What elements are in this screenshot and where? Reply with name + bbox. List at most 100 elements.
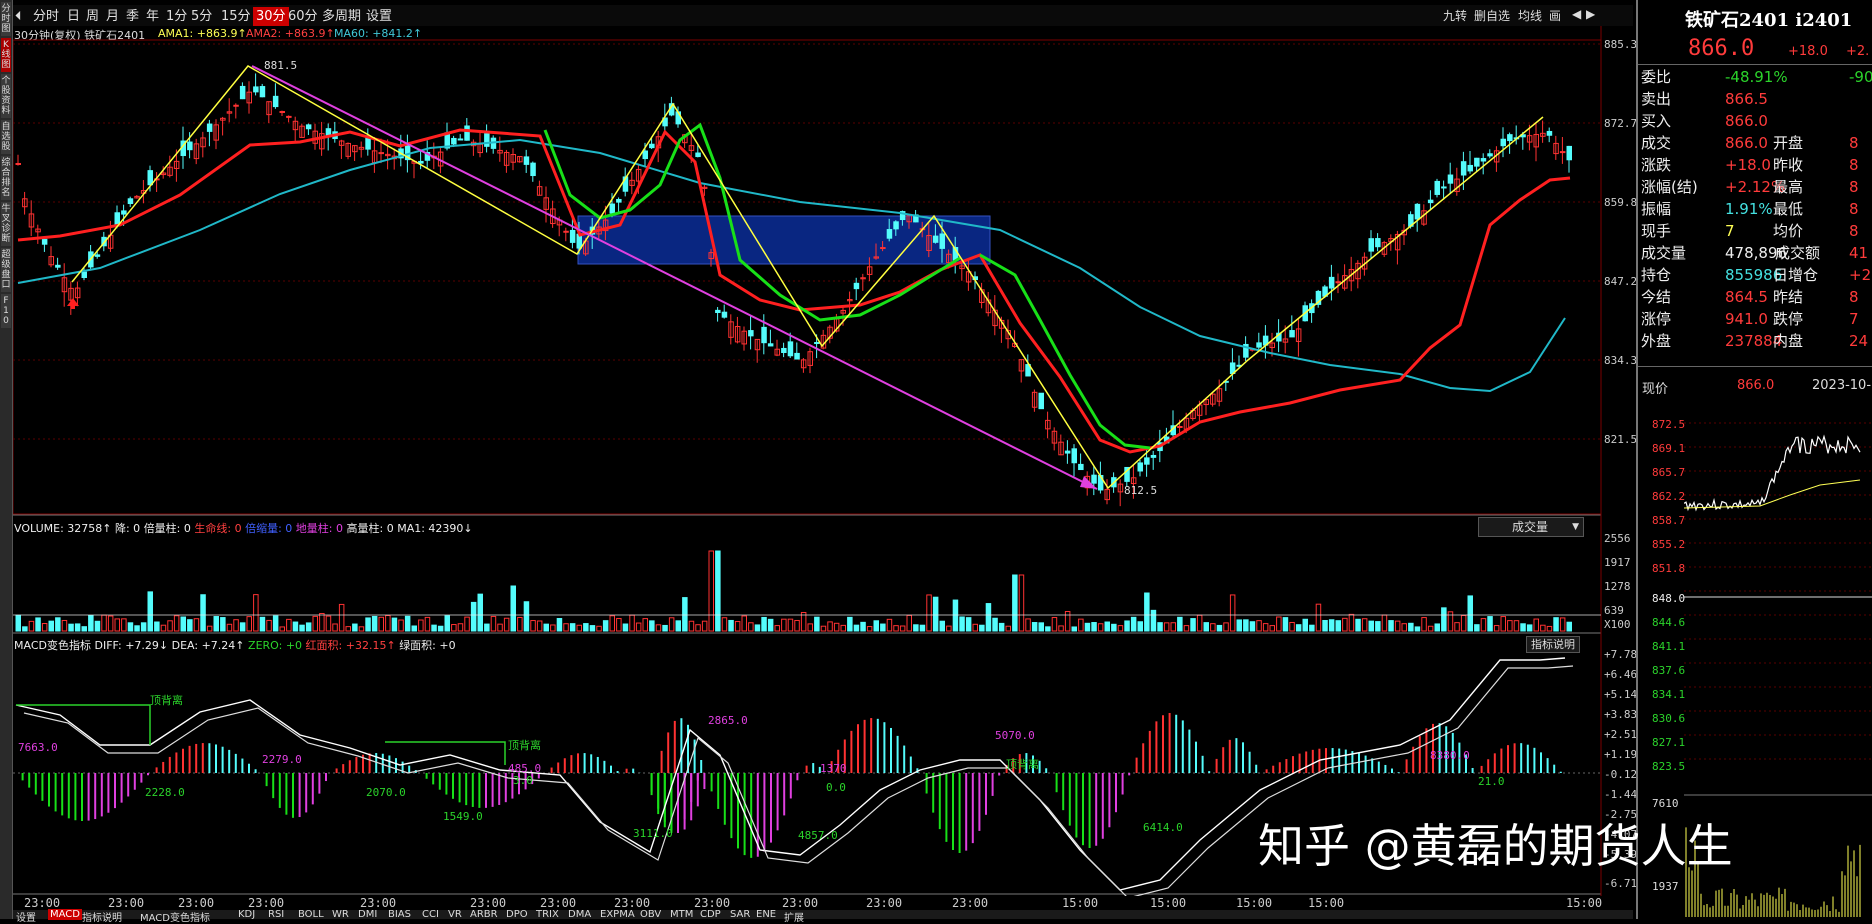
bottom-tab[interactable]: SAR [730, 909, 750, 920]
sidebar-tab-profile[interactable]: 个股资料 [1, 74, 11, 118]
quote-label: 均价 [1773, 222, 1804, 240]
bottom-tab[interactable]: DMA [568, 909, 591, 920]
tf-year[interactable]: 年 [146, 7, 159, 26]
bottom-tab[interactable]: BOLL [298, 909, 324, 920]
btn-draw[interactable]: 画 [1549, 7, 1561, 24]
quote-label: 最低 [1773, 200, 1804, 218]
bottom-tab[interactable]: BIAS [388, 909, 411, 920]
macd-area-label: 3111.0 [633, 827, 673, 840]
tf-5min[interactable]: 5分 [191, 7, 212, 26]
volume-bar [906, 614, 912, 632]
bottom-tab[interactable]: CDP [700, 909, 721, 920]
sidebar-tab-watchlist[interactable]: 自选股 [1, 120, 11, 154]
macd-header: MACD变色指标 DIFF: +7.29↓ DEA: +7.24↑ ZERO: … [14, 639, 456, 652]
bottom-tab[interactable]: OBV [640, 909, 661, 920]
macd-area-label: 0.0 [826, 781, 846, 794]
volume-bar [873, 620, 879, 632]
macd-area-label: 6414.0 [1143, 821, 1183, 834]
candle-body [1480, 158, 1487, 162]
tf-settings[interactable]: 设置 [366, 7, 392, 26]
volume-bar [1427, 625, 1434, 632]
tf-multi[interactable]: 多周期 [322, 7, 361, 26]
tf-day[interactable]: 日 [67, 7, 80, 26]
tf-30min[interactable]: 30分 [253, 7, 289, 26]
sidebar-tab-f10[interactable]: F10 [1, 294, 11, 328]
candle-body [1328, 276, 1335, 289]
bottom-tab[interactable]: KDJ [238, 909, 255, 920]
bottom-tab[interactable]: ARBR [470, 909, 498, 920]
candle-body [715, 309, 721, 314]
sidebar-tab-ranking[interactable]: 综合排名 [1, 156, 11, 200]
volume-indicator-select[interactable]: 成交量 ▼ [1478, 517, 1584, 537]
btn-ma[interactable]: 均线 [1518, 7, 1542, 24]
tf-week[interactable]: 周 [86, 7, 99, 26]
volume-bar [187, 619, 193, 632]
bottom-tab[interactable]: RSI [268, 909, 284, 920]
candle-body [94, 254, 101, 257]
tf-60min[interactable]: 60分 [288, 7, 318, 26]
volume-bar [1520, 623, 1526, 632]
bottom-tab[interactable]: CCI [422, 909, 439, 920]
sidebar-tab-diagnosis[interactable]: 牛叉诊断 [1, 202, 11, 246]
bottom-tab[interactable]: MACD [48, 909, 82, 920]
tf-15min[interactable]: 15分 [221, 7, 251, 26]
time-tick: 15:00 [1150, 896, 1187, 910]
sidebar-tab-orderbook[interactable]: 超级盘口 [1, 248, 11, 292]
sidebar-tab-kline[interactable]: K线图 [1, 38, 11, 72]
macd-area-label: 2865.0 [708, 714, 748, 727]
bottom-tab[interactable]: TRIX [536, 909, 559, 920]
indicator-help-button[interactable]: 指标说明 [1526, 636, 1580, 653]
quote-label: 最高 [1773, 178, 1804, 196]
candle-body [523, 156, 530, 165]
tf-1min[interactable]: 1分 [166, 7, 187, 26]
bottom-tab[interactable]: EXPMA [600, 909, 635, 920]
volume-bar [985, 603, 992, 632]
candle-body [1559, 151, 1566, 154]
kline-chart-canvas[interactable] [13, 26, 1603, 896]
candle-body [563, 230, 569, 233]
bottom-tab[interactable]: WR [332, 909, 349, 920]
bottom-tab[interactable]: DMI [358, 909, 377, 920]
btn-jiuzhuan[interactable]: 九转 [1443, 7, 1467, 24]
chevron-right-icon[interactable]: ▶ [1586, 7, 1595, 21]
chevron-left-icon[interactable]: ◀ [1572, 7, 1581, 21]
candle-body [1441, 186, 1447, 189]
bottom-tab[interactable]: 扩展 [784, 909, 804, 924]
mini-axis-tick: 865.7 [1652, 466, 1686, 479]
candle-body [451, 137, 457, 145]
bottom-tab[interactable]: 设置 [16, 909, 36, 924]
time-tick: 15:00 [1062, 896, 1099, 910]
quote-label: 昨结 [1773, 288, 1804, 306]
candle-body [880, 247, 886, 250]
volume-bar [1388, 620, 1394, 632]
ama-line [17, 128, 1571, 454]
candle-body [464, 125, 470, 141]
bottom-tab[interactable]: DPO [506, 909, 528, 920]
tf-timeshare[interactable]: 分时 [33, 7, 59, 26]
volume-bar [523, 601, 530, 632]
quote-label: 今结 [1641, 288, 1672, 306]
volume-bar [154, 621, 160, 632]
bottom-tab[interactable]: 指标说明 [82, 909, 122, 924]
sidebar-tab-timeshare[interactable]: 分时图 [1, 2, 11, 36]
bottom-tab[interactable]: MACD变色指标 [140, 909, 210, 924]
bottom-tab[interactable]: MTM [670, 909, 693, 920]
volume-bar [1005, 625, 1011, 632]
tf-month[interactable]: 月 [106, 7, 119, 26]
bottom-tab[interactable]: VR [448, 909, 462, 920]
volume-bar [576, 624, 582, 632]
volume-bar [411, 625, 417, 632]
tf-season[interactable]: 季 [126, 7, 139, 26]
volume-bar [536, 620, 543, 632]
volume-tick: 1278 [1604, 580, 1631, 593]
volume-bar [497, 623, 503, 632]
volume-bar [121, 618, 127, 632]
bottom-tab[interactable]: ENE [756, 909, 776, 920]
volume-bar [1553, 617, 1559, 632]
volume-bar [1315, 603, 1322, 632]
volume-bar [1124, 620, 1130, 632]
btn-remove-watch[interactable]: 删自选 [1474, 7, 1510, 24]
candle-body [794, 352, 800, 360]
back-icon[interactable]: ⏴ [15, 7, 22, 26]
volume-bar [1276, 616, 1282, 632]
